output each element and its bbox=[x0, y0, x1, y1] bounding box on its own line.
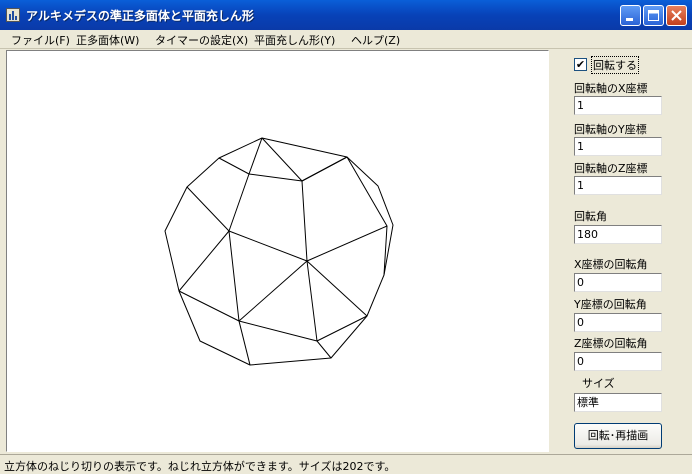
x-angle-label: X座標の回転角 bbox=[574, 258, 648, 271]
x-angle-input[interactable]: 0 bbox=[574, 273, 662, 292]
axis-y-input[interactable]: 1 bbox=[574, 137, 662, 156]
window-title: アルキメデスの準正多面体と平面充しん形 bbox=[26, 9, 254, 23]
angle-label: 回転角 bbox=[574, 210, 607, 223]
maximize-icon bbox=[648, 10, 659, 21]
menu-timer-settings[interactable]: タイマーの設定(X) bbox=[155, 32, 248, 48]
menu-polyhedron[interactable]: 正多面体(W) bbox=[76, 32, 139, 48]
size-input[interactable]: 標準 bbox=[574, 393, 662, 412]
polyhedron-drawing bbox=[164, 137, 394, 366]
menu-file[interactable]: ファイル(F) bbox=[11, 32, 70, 48]
rotate-checkbox-label[interactable]: 回転する bbox=[591, 56, 639, 74]
axis-z-label: 回転軸のZ座標 bbox=[574, 162, 648, 175]
status-bar: 立方体のねじり切りの表示です。ねじれ立方体ができます。サイズは202です。 bbox=[0, 454, 692, 474]
polyhedron-edge bbox=[218, 137, 263, 175]
polyhedron-edge bbox=[306, 260, 368, 317]
status-text: 立方体のねじり切りの表示です。ねじれ立方体ができます。サイズは202です。 bbox=[4, 460, 396, 473]
menu-help[interactable]: ヘルプ(Z) bbox=[351, 32, 400, 48]
polyhedron-edge bbox=[306, 225, 388, 262]
polyhedron-edge bbox=[238, 320, 251, 366]
size-label: サイズ bbox=[582, 377, 615, 390]
drawing-canvas[interactable] bbox=[6, 50, 549, 452]
angle-input[interactable]: 180 bbox=[574, 225, 662, 244]
rotate-checkbox[interactable]: ✔ bbox=[574, 58, 587, 71]
polyhedron-edge bbox=[186, 173, 308, 262]
rotate-redraw-button[interactable]: 回転･再描画 bbox=[574, 423, 662, 449]
minimize-button[interactable] bbox=[620, 5, 641, 26]
polyhedron-edge bbox=[306, 260, 368, 342]
axis-y-label: 回転軸のY座標 bbox=[574, 123, 647, 136]
title-bar[interactable]: アルキメデスの準正多面体と平面充しん形 bbox=[0, 0, 692, 30]
app-icon[interactable] bbox=[6, 8, 20, 22]
z-angle-label: Z座標の回転角 bbox=[574, 337, 648, 350]
maximize-button[interactable] bbox=[643, 5, 664, 26]
close-icon bbox=[671, 10, 682, 21]
minimize-icon bbox=[626, 18, 633, 21]
axis-x-label: 回転軸のX座標 bbox=[574, 82, 648, 95]
menu-plane-tiling[interactable]: 平面充しん形(Y) bbox=[254, 32, 335, 48]
polyhedron-edge bbox=[178, 230, 240, 322]
menu-bar: ファイル(F) 正多面体(W) タイマーの設定(X) 平面充しん形(Y) ヘルプ… bbox=[0, 30, 692, 49]
z-angle-input[interactable]: 0 bbox=[574, 352, 662, 371]
y-angle-label: Y座標の回転角 bbox=[574, 298, 647, 311]
polyhedron-edge bbox=[238, 260, 308, 322]
axis-z-input[interactable]: 1 bbox=[574, 176, 662, 195]
close-button[interactable] bbox=[666, 5, 687, 26]
y-angle-input[interactable]: 0 bbox=[574, 313, 662, 332]
polyhedron-edge bbox=[261, 137, 348, 182]
axis-x-input[interactable]: 1 bbox=[574, 96, 662, 115]
